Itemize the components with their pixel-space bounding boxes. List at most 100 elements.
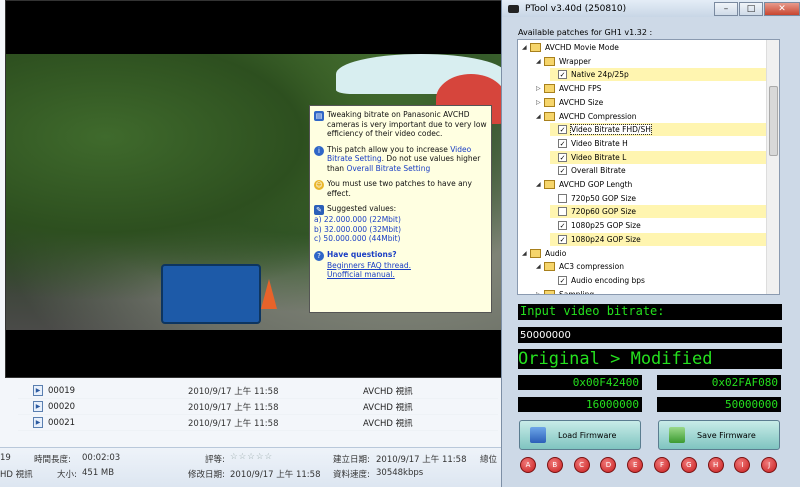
tree-node[interactable]: ✓ Audio encoding bps (550, 274, 645, 287)
file-date: 2010/9/17 上午 11:58 (188, 386, 279, 397)
book-icon (530, 43, 541, 52)
suggested-value: b) 32.000.000 (32Mbit) (314, 224, 402, 234)
patch-checkbox[interactable]: ✓ (558, 234, 567, 244)
collapse-arrow-icon[interactable]: ◢ (536, 113, 544, 120)
suggested-value: c) 50.000.000 (44Mbit) (314, 234, 401, 243)
slot-button-a[interactable]: A (520, 457, 536, 473)
book-icon (544, 97, 555, 107)
file-date: 2010/9/17 上午 11:58 (188, 402, 279, 413)
tree-node-label: Video Bitrate FHD/SH (570, 124, 652, 136)
rate-value: 30548kbps (376, 468, 424, 478)
rating-stars[interactable]: ☆☆☆☆☆ (230, 452, 273, 462)
file-row[interactable]: ▶ 00020 2010/9/17 上午 11:58 AVCHD 視訊 (18, 399, 498, 415)
manual-link[interactable]: Unofficial manual. (327, 270, 487, 280)
modified-value: 2010/9/17 上午 11:58 (230, 470, 321, 480)
file-row[interactable]: ▶ 00019 2010/9/17 上午 11:58 AVCHD 視訊 (18, 383, 498, 399)
help-tooltip: ▤ Tweaking bitrate on Panasonic AVCHD ca… (309, 105, 492, 313)
tree-node-label: Native 24p/25p (571, 70, 629, 80)
save-firmware-label: Save Firmware (697, 430, 756, 440)
file-row[interactable]: ▶ 00021 2010/9/17 上午 11:58 AVCHD 視訊 (18, 415, 498, 431)
hex-original: 0x00F42400 (518, 375, 642, 390)
expand-arrow-icon[interactable]: ▷ (536, 291, 544, 294)
tree-node[interactable]: 720p60 GOP Size (550, 205, 779, 219)
tree-node-label: AC3 compression (559, 262, 624, 272)
size-label: 大小: (57, 470, 77, 480)
scrollbar-thumb[interactable] (769, 86, 778, 156)
tree-node[interactable]: ✓ Video Bitrate FHD/SH (550, 123, 779, 137)
book-icon (544, 111, 555, 121)
patch-checkbox[interactable]: ✓ (558, 221, 567, 231)
expand-arrow-icon[interactable]: ▷ (536, 85, 544, 92)
tree-node[interactable]: ▷ AVCHD Size (536, 96, 603, 109)
video-file-icon: ▶ (33, 417, 43, 428)
slot-button-b[interactable]: B (546, 457, 563, 473)
slot-button-f[interactable]: F (654, 457, 670, 473)
slot-button-i[interactable]: I (734, 457, 751, 473)
slot-button-h[interactable]: H (707, 457, 724, 473)
patch-checkbox[interactable]: ✓ (558, 152, 567, 162)
slot-button-j[interactable]: J (761, 457, 778, 473)
details-pane: 19 HD 視訊 時間長度: 00:02:03 大小: 451 MB 評等: ☆… (0, 447, 510, 487)
patch-checkbox[interactable]: ✓ (558, 275, 567, 285)
video-file-icon: ▶ (33, 385, 43, 396)
lcd-original-modified: Original > Modified (518, 349, 782, 369)
tree-node[interactable]: ▷ Sampling (536, 288, 594, 294)
tree-node[interactable]: ✓ Overall Bitrate (550, 164, 626, 177)
faq-link[interactable]: Beginners FAQ thread. (327, 261, 487, 271)
patch-checkbox[interactable] (558, 193, 567, 203)
patch-checkbox[interactable]: ✓ (558, 125, 567, 135)
tree-node[interactable]: ✓ Video Bitrate L (550, 150, 779, 164)
tree-node[interactable]: ◢ AVCHD Movie Mode (522, 41, 619, 54)
slot-button-d[interactable]: D (600, 457, 617, 473)
tree-node[interactable]: ✓ Video Bitrate H (550, 137, 628, 150)
book-icon (544, 289, 555, 294)
load-firmware-button[interactable]: Load Firmware (519, 420, 641, 450)
tree-node-label: AVCHD Size (559, 97, 604, 107)
close-button[interactable]: ✕ (764, 1, 800, 16)
patch-checkbox[interactable] (558, 207, 567, 217)
tree-node[interactable]: ◢ AC3 compression (536, 260, 624, 273)
tooltip-patch-info: This patch allow you to increase Video B… (327, 145, 487, 174)
tree-node-label: 1080p24 GOP Size (571, 234, 641, 244)
patch-checkbox[interactable]: ✓ (558, 166, 567, 176)
slot-button-e[interactable]: E (627, 457, 644, 473)
tree-node-label: 1080p25 GOP Size (571, 221, 641, 231)
save-firmware-button[interactable]: Save Firmware (658, 420, 780, 450)
slot-button-g[interactable]: G (680, 457, 697, 473)
minimize-button[interactable]: – (714, 1, 738, 16)
tree-node[interactable]: ◢ Audio (522, 247, 566, 260)
file-name: 00020 (48, 401, 76, 412)
collapse-arrow-icon[interactable]: ◢ (536, 263, 544, 270)
slot-button-c[interactable]: C (573, 457, 590, 473)
patch-checkbox[interactable]: ✓ (558, 70, 567, 80)
tree-scrollbar[interactable] (766, 40, 779, 294)
collapse-arrow-icon[interactable]: ◢ (522, 44, 530, 51)
expand-arrow-icon[interactable]: ▷ (536, 99, 544, 106)
info-icon: i (314, 145, 324, 156)
tree-node-label: Audio (545, 248, 567, 258)
tree-node[interactable]: ✓ Native 24p/25p (550, 68, 779, 82)
file-type: AVCHD 視訊 (363, 418, 413, 429)
collapse-arrow-icon[interactable]: ◢ (536, 58, 544, 65)
collapse-arrow-icon[interactable]: ◢ (522, 250, 530, 257)
detail-extra: 總位 (480, 455, 498, 465)
tree-node[interactable]: 720p50 GOP Size (550, 192, 636, 205)
tree-node[interactable]: ▷ AVCHD FPS (536, 82, 601, 95)
tree-node[interactable]: ◢ AVCHD GOP Length (536, 178, 632, 191)
patch-tree[interactable]: ◢ AVCHD Movie Mode ◢ Wrapper ✓ Native 24p/25p… (517, 39, 780, 295)
ptool-window: PTool v3.40d (250810) – □ ✕ Available pa… (501, 0, 800, 487)
tooltip-link-overall-bitrate[interactable]: Overall Bitrate Setting (346, 164, 430, 173)
tree-node[interactable]: ◢ AVCHD Compression (536, 110, 636, 123)
modified-label: 修改日期: (188, 470, 225, 480)
duration-value: 00:02:03 (82, 453, 121, 463)
tree-node[interactable]: ✓ 1080p25 GOP Size (550, 219, 641, 232)
size-value: 451 MB (82, 468, 115, 478)
file-type: AVCHD 視訊 (363, 386, 413, 397)
collapse-arrow-icon[interactable]: ◢ (536, 181, 544, 188)
tooltip-suggested-title: Suggested values: (327, 204, 397, 213)
tree-node[interactable]: ◢ Wrapper (536, 55, 591, 68)
patch-checkbox[interactable]: ✓ (558, 138, 567, 148)
tree-node[interactable]: ✓ 1080p24 GOP Size (550, 232, 779, 246)
bitrate-input[interactable] (518, 327, 782, 343)
maximize-button[interactable]: □ (739, 1, 763, 16)
